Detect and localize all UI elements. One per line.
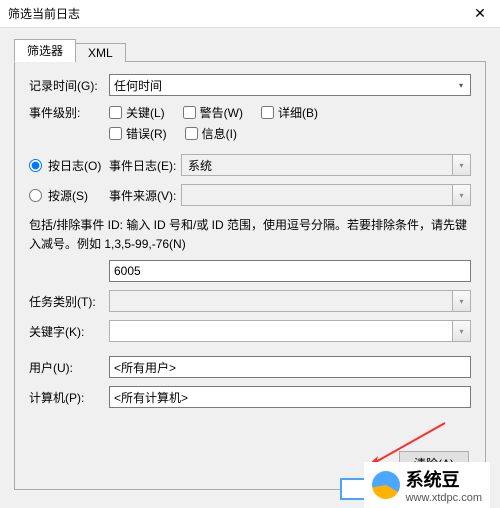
chevron-down-icon: ▾ — [452, 321, 470, 341]
log-time-value[interactable] — [109, 74, 471, 96]
chevron-down-icon: ▾ — [452, 185, 470, 205]
computer-label: 计算机(P): — [29, 389, 109, 406]
user-label: 用户(U): — [29, 359, 109, 376]
event-source-value — [182, 185, 470, 189]
by-log-radio[interactable]: 按日志(O) — [29, 157, 109, 174]
watermark-logo-icon — [372, 471, 400, 499]
computer-input[interactable] — [109, 386, 471, 408]
user-input[interactable] — [109, 356, 471, 378]
keywords-label: 关键字(K): — [29, 323, 109, 340]
close-icon: ✕ — [474, 5, 486, 22]
keywords-combo[interactable]: ▾ — [109, 320, 471, 342]
chevron-down-icon: ▾ — [452, 291, 470, 311]
checkbox-verbose[interactable]: 详细(B) — [261, 104, 318, 121]
title-bar: 筛选当前日志 ✕ — [0, 0, 500, 28]
window-title: 筛选当前日志 — [8, 5, 80, 22]
log-time-label: 记录时间(G): — [29, 77, 109, 94]
watermark: 系统豆 www.xtdpc.com — [364, 462, 490, 508]
checkbox-critical[interactable]: 关键(L) — [109, 104, 165, 121]
task-category-combo: ▾ — [109, 290, 471, 312]
checkbox-warning[interactable]: 警告(W) — [183, 104, 243, 121]
checkbox-error[interactable]: 错误(R) — [109, 125, 167, 142]
watermark-name: 系统豆 — [406, 470, 460, 490]
log-time-combo[interactable]: ▾ — [109, 74, 471, 96]
client-area: 筛选器 XML 记录时间(G): ▾ 事件级别: 关键(L) 警告(W) 详细(… — [0, 28, 500, 508]
event-id-instruction: 包括/排除事件 ID: 输入 ID 号和/或 ID 范围，使用逗号分隔。若要排除… — [29, 216, 471, 254]
event-level-label: 事件级别: — [29, 104, 109, 121]
checkbox-information[interactable]: 信息(I) — [185, 125, 237, 142]
event-log-value: 系统 — [182, 155, 470, 176]
event-source-combo[interactable]: ▾ — [181, 184, 471, 206]
event-source-label: 事件来源(V): — [109, 187, 181, 204]
by-source-radio[interactable]: 按源(S) — [29, 187, 109, 204]
tab-strip: 筛选器 XML — [14, 40, 486, 62]
chevron-down-icon: ▾ — [452, 155, 470, 175]
tab-filter[interactable]: 筛选器 — [14, 39, 76, 62]
watermark-url: www.xtdpc.com — [406, 492, 482, 504]
tab-xml[interactable]: XML — [75, 43, 126, 62]
event-log-label: 事件日志(E): — [109, 157, 181, 174]
close-button[interactable]: ✕ — [460, 0, 500, 28]
event-log-combo[interactable]: 系统 ▾ — [181, 154, 471, 176]
filter-pane: 记录时间(G): ▾ 事件级别: 关键(L) 警告(W) 详细(B) 错误(R)… — [14, 62, 486, 490]
event-id-input[interactable] — [109, 260, 471, 282]
task-category-label: 任务类别(T): — [29, 293, 109, 310]
